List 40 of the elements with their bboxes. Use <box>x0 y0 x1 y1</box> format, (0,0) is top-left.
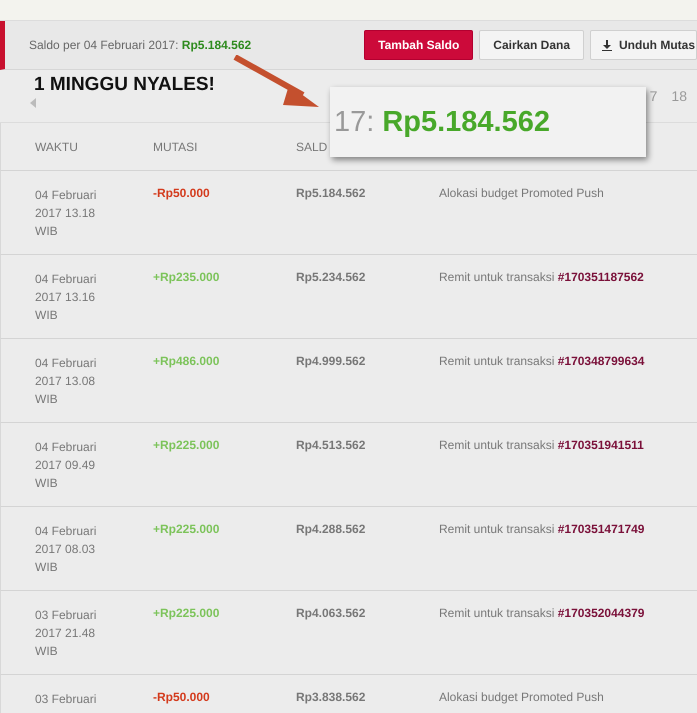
callout-date: 17: <box>334 106 374 138</box>
table-cell-text: +Rp225.000 <box>153 438 220 452</box>
table-cell-text: -Rp50.000 <box>153 186 211 200</box>
table-cell-text: Rp4.063.562 <box>296 606 366 620</box>
callout-amount: Rp5.184.562 <box>382 106 550 138</box>
table-cell-text: 04 Februari 2017 08.03 WIB <box>35 523 98 576</box>
table-cell-text: +Rp225.000 <box>153 522 220 536</box>
table-cell-text: Rp5.184.562 <box>296 186 366 200</box>
column-header: SALD <box>296 140 328 154</box>
table-cell-text: 03 Februari 2017 21.48 WIB <box>35 607 98 660</box>
table-cell-text: 04 Februari 2017 13.16 WIB <box>35 271 98 324</box>
table-cell-text: Rp3.838.562 <box>296 690 366 704</box>
table-cell-text: Remit untuk transaksi #170352044379 <box>439 606 646 620</box>
table-cell-text: Rp4.513.562 <box>296 438 366 452</box>
annotation-caption: 1 MINGGU NYALES! <box>34 74 215 96</box>
table-cell-text: Alokasi budget Promoted Push <box>439 690 605 704</box>
table-cell-text: Rp5.234.562 <box>296 270 366 284</box>
previous-arrow-icon[interactable] <box>30 98 36 108</box>
table-cell-text: Remit untuk transaksi #170348799634 <box>439 354 646 368</box>
table-cell-text: Remit untuk transaksi #170351941511 <box>439 438 645 452</box>
table-cell-text: +Rp235.000 <box>153 270 220 284</box>
table-cell-text: -Rp50.000 <box>153 690 211 704</box>
table-cell-text: 04 Februari 2017 09.49 WIB <box>35 439 98 492</box>
table-cell-text: Rp4.999.562 <box>296 354 366 368</box>
column-header: WAKTU <box>35 140 79 154</box>
table-cell-text: 03 Februari <box>35 691 98 708</box>
download-button[interactable]: Unduh Mutas <box>590 30 697 60</box>
top-up-button[interactable]: Tambah Saldo <box>364 30 474 60</box>
table-cell-text: 04 Februari 2017 13.08 WIB <box>35 355 98 408</box>
table-cell-text: +Rp486.000 <box>153 354 220 368</box>
table-cell-text: Rp4.288.562 <box>296 522 366 536</box>
table-cell-text: +Rp225.000 <box>153 606 220 620</box>
table-cell-text: Remit untuk transaksi #170351471749 <box>439 522 646 536</box>
download-icon <box>602 40 612 50</box>
table-cell-text: 04 Februari 2017 13.18 WIB <box>35 187 98 240</box>
balance-text: Saldo per 04 Februari 2017: Rp5.184.562 <box>29 38 252 52</box>
table-cell-text: Remit untuk transaksi #170351187562 <box>439 270 645 284</box>
withdraw-button[interactable]: Cairkan Dana <box>479 30 584 60</box>
column-header: MUTASI <box>153 140 198 154</box>
table-cell-text: Alokasi budget Promoted Push <box>439 186 605 200</box>
